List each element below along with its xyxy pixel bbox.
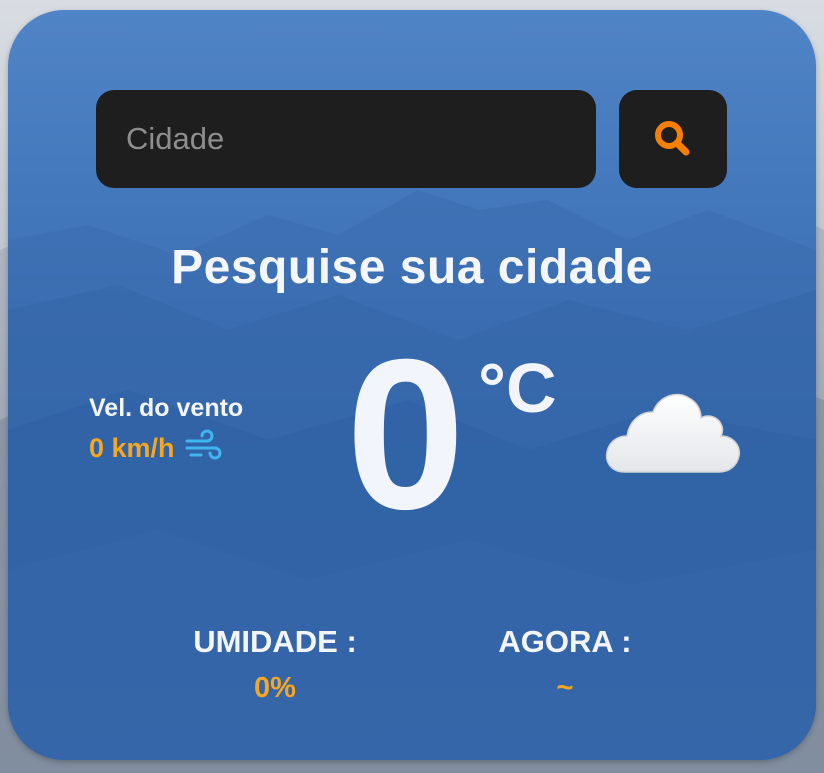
search-icon — [655, 121, 690, 156]
temperature-unit: °C — [478, 349, 557, 427]
now-label: AGORA : — [498, 624, 632, 659]
now-block: AGORA : ~ — [490, 624, 640, 705]
cloud-icon — [603, 388, 743, 483]
humidity-value: 0% — [254, 672, 296, 704]
wind-value: 0 km/h — [89, 433, 175, 463]
wind-icon — [185, 429, 223, 468]
now-value: ~ — [556, 672, 574, 704]
temperature-value: 0 — [346, 315, 466, 554]
humidity-label: UMIDADE : — [193, 624, 357, 659]
search-button[interactable] — [619, 90, 727, 188]
city-search-input[interactable] — [96, 90, 596, 188]
humidity-block: UMIDADE : 0% — [182, 624, 368, 705]
wind-speed-block: Vel. do vento 0 km/h — [89, 394, 243, 468]
wind-label: Vel. do vento — [89, 394, 244, 422]
weather-card: Pesquise sua cidade Vel. do vento 0 km/h… — [8, 10, 816, 760]
wind-value-row: 0 km/h — [89, 429, 243, 468]
city-title: Pesquise sua cidade — [171, 241, 653, 294]
